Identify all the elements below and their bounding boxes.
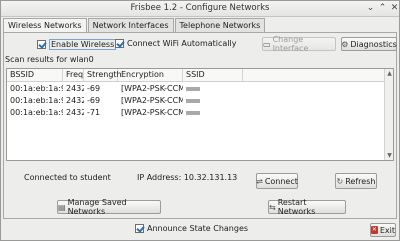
cell-freq: 2432 bbox=[66, 84, 84, 93]
network-interface-icon: ▭ bbox=[263, 39, 271, 49]
manage-saved-networks-button[interactable]: ▤ Manage Saved Networks bbox=[57, 198, 161, 216]
cell-strength: -69 bbox=[87, 84, 101, 93]
table-row[interactable]: 00:1a:eb:1a:97 2432 -69 [WPA2-PSK-CCM bbox=[7, 95, 385, 107]
change-interface-label: Change Interface bbox=[272, 35, 309, 53]
cell-freq: 2432 bbox=[66, 108, 84, 117]
tab-wireless-networks[interactable]: Wireless Networks bbox=[3, 18, 87, 33]
ip-address: IP Address: 10.32.131.13 bbox=[137, 173, 238, 182]
title-bar: Frisbee 1.2 - Configure Networks ⌄ ⌃ ✕ bbox=[1, 1, 399, 17]
cell-bssid: 00:1a:eb:1a:97 bbox=[10, 84, 63, 93]
diagnostics-label: Diagnostics bbox=[350, 39, 397, 49]
refresh-label: Refresh bbox=[345, 176, 376, 186]
announce-label: Announce State Changes bbox=[147, 224, 249, 233]
restart-label: Restart Networks bbox=[277, 198, 316, 216]
table-body: 00:1a:eb:1a:97 2432 -69 [WPA2-PSK-CCM 00… bbox=[7, 83, 385, 119]
connect-button[interactable]: ⇌ Connect bbox=[256, 173, 298, 189]
column-header-encryption[interactable]: Encryption bbox=[118, 69, 183, 81]
cell-encryption: [WPA2-PSK-CCM bbox=[121, 108, 183, 117]
checkbox-checked-icon[interactable] bbox=[115, 39, 124, 48]
connect-label: Connect bbox=[264, 176, 298, 186]
change-interface-button[interactable]: ▭ Change Interface bbox=[262, 35, 336, 53]
network-folder-icon: ▤ bbox=[58, 202, 66, 212]
column-header-bssid[interactable]: BSSID bbox=[7, 69, 63, 81]
vertical-scrollbar[interactable]: ▲ ▼ bbox=[384, 69, 393, 160]
redacted-ssid bbox=[186, 98, 200, 103]
exit-icon: ✕ bbox=[371, 226, 378, 234]
column-header-freq[interactable]: Freq bbox=[63, 69, 84, 81]
cell-encryption: [WPA2-PSK-CCM bbox=[121, 96, 183, 105]
enable-wireless-checkbox[interactable]: Enable Wireless bbox=[37, 39, 117, 50]
connect-icon: ⇌ bbox=[256, 176, 263, 186]
cell-strength: -69 bbox=[87, 96, 101, 105]
cell-ssid bbox=[183, 95, 243, 107]
checkbox-checked-icon[interactable] bbox=[135, 224, 144, 233]
announce-state-changes-checkbox[interactable]: Announce State Changes bbox=[135, 224, 248, 233]
table-header: BSSID Freq Strength Encryption SSID bbox=[7, 69, 385, 82]
column-header-ssid[interactable]: SSID bbox=[183, 69, 243, 81]
close-icon[interactable]: ✕ bbox=[388, 2, 400, 15]
cell-freq: 2432 bbox=[66, 96, 84, 105]
window-title: Frisbee 1.2 - Configure Networks bbox=[130, 3, 270, 13]
scroll-up-icon[interactable]: ▲ bbox=[386, 70, 393, 77]
enable-wireless-label: Enable Wireless bbox=[49, 39, 117, 50]
configure-networks-window: Frisbee 1.2 - Configure Networks ⌄ ⌃ ✕ W… bbox=[0, 0, 400, 241]
cell-strength: -71 bbox=[87, 108, 101, 117]
refresh-button[interactable]: ↻ Refresh bbox=[335, 173, 377, 189]
connection-status: Connected to student bbox=[24, 173, 111, 182]
table-row[interactable]: 00:1a:eb:1a:97 2432 -71 [WPA2-PSK-CCM bbox=[7, 107, 385, 119]
table-row[interactable]: 00:1a:eb:1a:97 2432 -69 [WPA2-PSK-CCM bbox=[7, 83, 385, 95]
scroll-down-icon[interactable]: ▼ bbox=[386, 152, 393, 159]
restart-networks-button[interactable]: ⇆ Restart Networks bbox=[268, 198, 346, 216]
tab-telephone-networks[interactable]: Telephone Networks bbox=[174, 18, 266, 33]
tab-network-interfaces[interactable]: Network Interfaces bbox=[87, 18, 174, 33]
connect-auto-label: Connect WiFi Automatically bbox=[127, 39, 237, 48]
cell-encryption: [WPA2-PSK-CCM bbox=[121, 84, 183, 93]
redacted-ssid bbox=[186, 86, 200, 91]
tab-bar: Wireless Networks Network Interfaces Tel… bbox=[3, 18, 266, 33]
column-header-strength[interactable]: Strength bbox=[84, 69, 122, 81]
restart-icon: ⇆ bbox=[269, 202, 276, 212]
cell-ssid bbox=[183, 83, 243, 95]
diagnostics-button[interactable]: ⚙ Diagnostics bbox=[341, 37, 397, 51]
scan-results-label: Scan results for wlan0 bbox=[5, 55, 94, 64]
scan-results-table[interactable]: BSSID Freq Strength Encryption SSID 00:1… bbox=[6, 68, 394, 161]
cell-bssid: 00:1a:eb:1a:97 bbox=[10, 96, 63, 105]
refresh-icon: ↻ bbox=[336, 176, 344, 186]
exit-button[interactable]: ✕ Exit bbox=[370, 223, 396, 237]
exit-label: Exit bbox=[379, 225, 395, 235]
cell-ssid bbox=[183, 107, 243, 119]
manage-saved-label: Manage Saved Networks bbox=[67, 198, 127, 216]
redacted-ssid bbox=[186, 110, 200, 115]
connect-wifi-automatically-checkbox[interactable]: Connect WiFi Automatically bbox=[115, 39, 236, 48]
cell-bssid: 00:1a:eb:1a:97 bbox=[10, 108, 63, 117]
checkbox-checked-icon[interactable] bbox=[37, 40, 46, 49]
gear-icon: ⚙ bbox=[341, 39, 349, 49]
